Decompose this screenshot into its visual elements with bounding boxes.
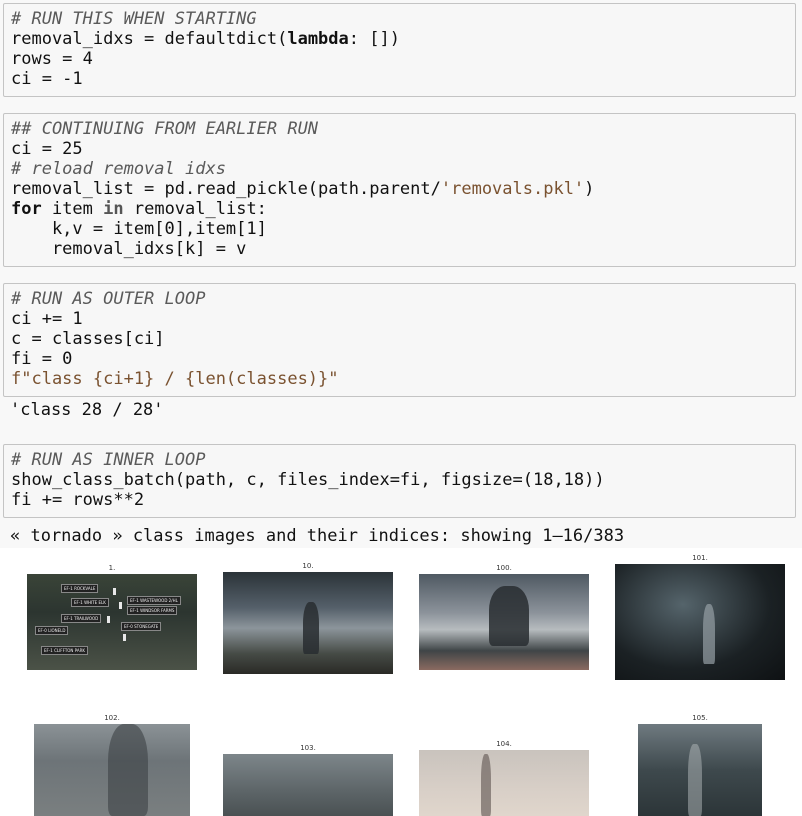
- code-comment: # reload removal idxs: [11, 159, 226, 179]
- tornado-funnel: [303, 602, 319, 654]
- thumbnail-index: 105.: [692, 714, 708, 722]
- code-keyword: lambda: [287, 29, 349, 49]
- code-line: ci = 25: [11, 139, 83, 159]
- thumbnail-image[interactable]: 103.: [223, 744, 393, 816]
- tornado-image: [223, 754, 393, 816]
- tornado-image: [223, 572, 393, 674]
- code-string: 'removals.pkl': [440, 179, 585, 199]
- map-label: EF-1 WHITE ELK: [71, 598, 109, 607]
- code-line: removal_idxs = defaultdict(lambda: []): [11, 29, 788, 49]
- thumbnail-index: 101.: [692, 554, 708, 562]
- thumbnail-image[interactable]: 100.: [419, 564, 589, 670]
- map-label: EF-1 ROCKVALE: [61, 584, 99, 593]
- tornado-funnel: [688, 744, 702, 816]
- code-comment: # RUN AS INNER LOOP: [11, 450, 206, 470]
- code-line: fi = 0: [11, 349, 73, 369]
- code-line: fi += rows**2: [11, 490, 145, 510]
- thumbnail-image[interactable]: 1. EF-1 ROCKVALE EF-1 WHITE ELK EF-1 WAS…: [27, 564, 197, 670]
- map-label: EF-0 LIONELD: [35, 626, 69, 635]
- tornado-funnel: [481, 754, 491, 816]
- map-label: EF-1 TRAILWOOD: [61, 614, 102, 623]
- map-label: EF-0 STONEGATE: [121, 622, 162, 631]
- code-keyword: for: [11, 199, 42, 219]
- cell-output-inner: « tornado » class images and their indic…: [10, 526, 625, 546]
- thumbnail-index: 10.: [302, 562, 314, 570]
- map-label: EF-1 WASTEWOOD 2/HL: [127, 596, 181, 605]
- code-line: rows = 4: [11, 49, 93, 69]
- image-grid-figure: 1. EF-1 ROCKVALE EF-1 WHITE ELK EF-1 WAS…: [0, 548, 802, 816]
- tornado-image: [419, 750, 589, 816]
- thumbnail-image[interactable]: 102.: [34, 714, 190, 816]
- code-comment: ## CONTINUING FROM EARLIER RUN: [11, 119, 319, 139]
- code-line: k,v = item[0],item[1]: [11, 219, 267, 239]
- code-line: ci += 1: [11, 309, 83, 329]
- code-comment: # RUN THIS WHEN STARTING: [11, 9, 257, 29]
- thumbnail-index: 1.: [108, 564, 116, 572]
- tornado-image: [615, 564, 785, 680]
- tornado-funnel: [108, 724, 148, 816]
- map-pin-icon: [107, 616, 110, 623]
- code-text: removal_list:: [123, 199, 267, 219]
- code-cell-inner[interactable]: # RUN AS INNER LOOP show_class_batch(pat…: [3, 444, 796, 518]
- code-text: : []): [348, 29, 400, 49]
- thumbnail-image[interactable]: 104.: [419, 740, 589, 816]
- map-label: EF-1 CLIFFTON PARK: [41, 646, 88, 655]
- thumbnail-image[interactable]: 101.: [615, 554, 785, 680]
- map-pin-icon: [119, 602, 122, 609]
- thumbnail-index: 102.: [104, 714, 120, 722]
- code-cell-continue[interactable]: ## CONTINUING FROM EARLIER RUN ci = 25 #…: [3, 113, 796, 267]
- code-comment: # RUN AS OUTER LOOP: [11, 289, 206, 309]
- tornado-image: [34, 724, 190, 816]
- code-operator: in: [103, 199, 124, 219]
- tornado-funnel: [703, 604, 715, 664]
- code-text: item: [41, 199, 104, 219]
- map-pin-icon: [113, 588, 116, 595]
- map-pin-icon: [123, 634, 126, 641]
- code-line: show_class_batch(path, c, files_index=fi…: [11, 470, 605, 490]
- thumbnail-index: 100.: [496, 564, 512, 572]
- code-line: removal_list = pd.read_pickle(path.paren…: [11, 179, 788, 199]
- code-line: for item in removal_list:: [11, 199, 788, 219]
- thumbnail-index: 104.: [496, 740, 512, 748]
- code-cell-outer[interactable]: # RUN AS OUTER LOOP ci += 1 c = classes[…: [3, 283, 796, 397]
- code-line: f"class {ci+1} / {len(classes)}": [11, 369, 339, 389]
- thumbnail-image[interactable]: 105.: [638, 714, 762, 816]
- code-line: removal_idxs[k] = v: [11, 239, 247, 259]
- code-text: removal_list = pd.read_pickle(path.paren…: [11, 179, 441, 199]
- tornado-funnel: [489, 586, 529, 646]
- map-label: EF-1 WINDSOR FARMS: [127, 606, 178, 615]
- thumbnail-index: 103.: [300, 744, 316, 752]
- cell-output-outer: 'class 28 / 28': [10, 400, 164, 420]
- tornado-image: [638, 724, 762, 816]
- thumbnail-image[interactable]: 10.: [223, 562, 393, 674]
- code-text: removal_idxs = defaultdict(: [11, 29, 288, 49]
- code-cell-start[interactable]: # RUN THIS WHEN STARTING removal_idxs = …: [3, 3, 796, 97]
- map-image: EF-1 ROCKVALE EF-1 WHITE ELK EF-1 WASTEW…: [27, 574, 197, 670]
- tornado-image: [419, 574, 589, 670]
- code-line: c = classes[ci]: [11, 329, 165, 349]
- code-line: ci = -1: [11, 69, 83, 89]
- code-text: ): [584, 179, 595, 199]
